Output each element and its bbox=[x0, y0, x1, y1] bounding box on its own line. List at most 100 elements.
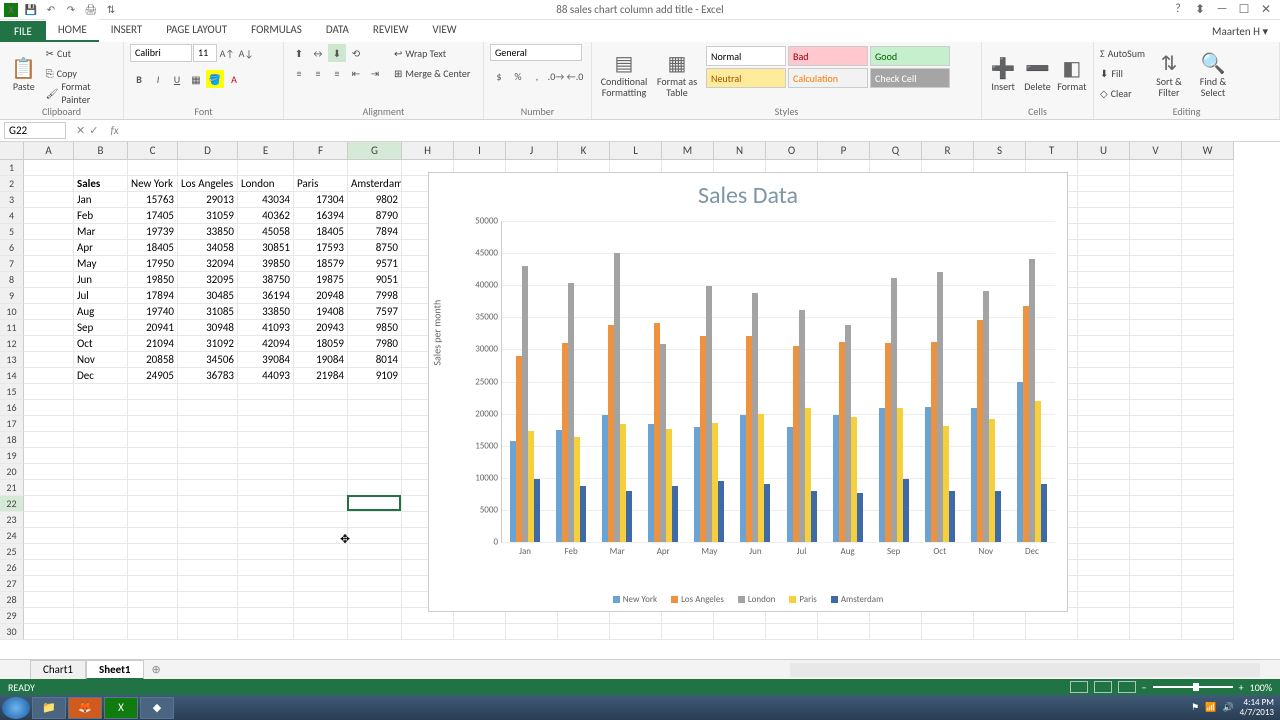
delete-cells-button[interactable]: ➖Delete bbox=[1022, 44, 1052, 104]
cell[interactable] bbox=[74, 576, 128, 592]
cell[interactable] bbox=[1130, 352, 1182, 368]
zoom-slider[interactable] bbox=[1153, 686, 1233, 688]
cell[interactable] bbox=[1130, 528, 1182, 544]
cell[interactable] bbox=[1078, 256, 1130, 272]
bar[interactable] bbox=[1041, 484, 1047, 542]
column-header[interactable]: J bbox=[506, 142, 558, 160]
cell[interactable]: 9802 bbox=[348, 192, 402, 208]
cell[interactable] bbox=[24, 176, 74, 192]
excel-taskbar-icon[interactable]: X bbox=[104, 697, 138, 719]
cell[interactable] bbox=[238, 576, 294, 592]
cell[interactable] bbox=[1130, 240, 1182, 256]
cell[interactable] bbox=[178, 400, 238, 416]
cell[interactable]: 17593 bbox=[294, 240, 348, 256]
cell[interactable] bbox=[24, 208, 74, 224]
cell[interactable] bbox=[1182, 304, 1234, 320]
cell[interactable] bbox=[24, 304, 74, 320]
cell[interactable] bbox=[128, 432, 178, 448]
cell-styles-gallery[interactable]: Normal Bad Good Neutral Calculation Chec… bbox=[704, 44, 964, 90]
style-bad[interactable]: Bad bbox=[788, 46, 868, 66]
cell[interactable] bbox=[1182, 496, 1234, 512]
cell[interactable] bbox=[74, 432, 128, 448]
percent-icon[interactable]: % bbox=[509, 67, 527, 85]
cell[interactable] bbox=[454, 624, 506, 640]
increase-indent-icon[interactable]: ⇥ bbox=[366, 64, 384, 82]
column-header[interactable]: B bbox=[74, 142, 128, 160]
cell[interactable] bbox=[74, 560, 128, 576]
format-cells-button[interactable]: ◧Format bbox=[1057, 44, 1087, 104]
cell[interactable] bbox=[1182, 288, 1234, 304]
cell[interactable] bbox=[1078, 240, 1130, 256]
help-icon[interactable]: ? bbox=[1168, 2, 1188, 17]
cell[interactable]: Paris bbox=[294, 176, 348, 192]
cell[interactable]: 33850 bbox=[178, 224, 238, 240]
row-header[interactable]: 1 bbox=[0, 160, 24, 176]
tray-volume-icon[interactable]: 🔊 bbox=[1222, 702, 1233, 713]
bar[interactable] bbox=[764, 484, 770, 542]
cell[interactable]: Nov bbox=[74, 352, 128, 368]
qat-save-icon[interactable]: 💾 bbox=[24, 3, 38, 17]
maximize-icon[interactable]: ☐ bbox=[1234, 2, 1254, 17]
cell[interactable] bbox=[178, 592, 238, 608]
cell[interactable]: London bbox=[238, 176, 294, 192]
cell[interactable] bbox=[1130, 400, 1182, 416]
row-header[interactable]: 30 bbox=[0, 624, 24, 640]
cell[interactable] bbox=[128, 160, 178, 176]
chart-title[interactable]: Sales Data bbox=[429, 173, 1067, 218]
format-painter-button[interactable]: 🖌 Format Painter bbox=[46, 84, 117, 102]
cell[interactable]: 21094 bbox=[128, 336, 178, 352]
cancel-formula-icon[interactable]: ✕ bbox=[76, 124, 85, 137]
cell[interactable] bbox=[24, 480, 74, 496]
cell[interactable]: 9850 bbox=[348, 320, 402, 336]
cell[interactable] bbox=[74, 400, 128, 416]
chart-legend[interactable]: New YorkLos AngelesLondonParisAmsterdam bbox=[429, 594, 1067, 605]
cell[interactable] bbox=[1078, 336, 1130, 352]
font-name-select[interactable]: Calibri bbox=[130, 44, 192, 62]
cell[interactable]: 7998 bbox=[348, 288, 402, 304]
column-header[interactable]: T bbox=[1026, 142, 1078, 160]
sheet-tab[interactable]: Chart1 bbox=[30, 660, 86, 680]
cell[interactable] bbox=[1078, 352, 1130, 368]
bar[interactable] bbox=[995, 491, 1001, 542]
cell[interactable] bbox=[178, 560, 238, 576]
style-normal[interactable]: Normal bbox=[706, 46, 786, 66]
column-header[interactable]: G bbox=[348, 142, 402, 160]
cell[interactable] bbox=[178, 576, 238, 592]
cell[interactable] bbox=[128, 480, 178, 496]
row-header[interactable]: 15 bbox=[0, 384, 24, 400]
cell[interactable] bbox=[128, 384, 178, 400]
row-header[interactable]: 18 bbox=[0, 432, 24, 448]
cell[interactable] bbox=[1078, 480, 1130, 496]
cell[interactable] bbox=[24, 224, 74, 240]
cell[interactable] bbox=[74, 624, 128, 640]
column-header[interactable]: M bbox=[662, 142, 714, 160]
cell[interactable] bbox=[348, 480, 402, 496]
cell[interactable]: 18579 bbox=[294, 256, 348, 272]
cell[interactable] bbox=[348, 528, 402, 544]
row-header[interactable]: 7 bbox=[0, 256, 24, 272]
insert-cells-button[interactable]: ➕Insert bbox=[988, 44, 1018, 104]
cell[interactable] bbox=[294, 432, 348, 448]
column-header[interactable]: Q bbox=[870, 142, 922, 160]
cell[interactable] bbox=[24, 624, 74, 640]
column-header[interactable]: P bbox=[818, 142, 870, 160]
cell[interactable] bbox=[348, 560, 402, 576]
row-header[interactable]: 21 bbox=[0, 480, 24, 496]
row-header[interactable]: 4 bbox=[0, 208, 24, 224]
cell[interactable] bbox=[348, 496, 402, 512]
row-header[interactable]: 17 bbox=[0, 416, 24, 432]
cell[interactable] bbox=[24, 448, 74, 464]
cell[interactable]: 45058 bbox=[238, 224, 294, 240]
ribbon-options-icon[interactable]: ⬍ bbox=[1190, 2, 1210, 17]
cell[interactable]: 39084 bbox=[238, 352, 294, 368]
cell[interactable] bbox=[178, 448, 238, 464]
cell[interactable] bbox=[178, 160, 238, 176]
cell[interactable]: 18405 bbox=[294, 224, 348, 240]
cell[interactable] bbox=[1078, 448, 1130, 464]
qat-redo-icon[interactable]: ↷ bbox=[64, 3, 78, 17]
cell[interactable]: 31059 bbox=[178, 208, 238, 224]
cell[interactable]: May bbox=[74, 256, 128, 272]
cell[interactable] bbox=[24, 544, 74, 560]
cell[interactable]: 36783 bbox=[178, 368, 238, 384]
cell[interactable] bbox=[178, 496, 238, 512]
